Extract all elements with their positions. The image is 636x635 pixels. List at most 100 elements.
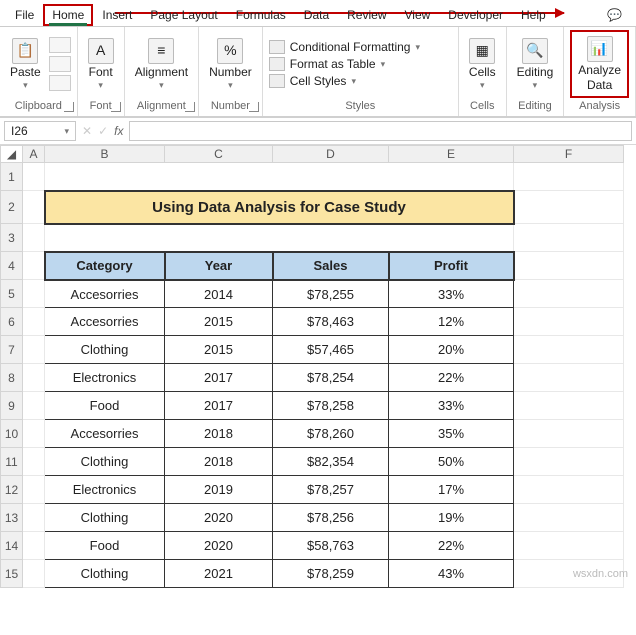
row-header[interactable]: 5 [1, 280, 23, 308]
table-cell[interactable]: $78,256 [273, 504, 389, 532]
table-cell[interactable]: 2019 [165, 476, 273, 504]
table-cell[interactable]: $78,260 [273, 420, 389, 448]
number-button[interactable]: % Number ▾ [205, 36, 256, 93]
worksheet[interactable]: ◢ A B C D E F 1 2Using Data Analysis for… [0, 145, 624, 588]
table-cell[interactable]: 33% [389, 280, 514, 308]
table-cell[interactable]: Accesorries [45, 420, 165, 448]
table-cell[interactable]: 2020 [165, 532, 273, 560]
table-cell[interactable]: Clothing [45, 336, 165, 364]
dialog-launcher-icon[interactable] [111, 102, 121, 112]
table-cell[interactable]: Accesorries [45, 280, 165, 308]
table-cell[interactable]: 12% [389, 308, 514, 336]
table-cell[interactable]: 2017 [165, 364, 273, 392]
table-cell[interactable]: 43% [389, 560, 514, 588]
alignment-button[interactable]: ≡ Alignment ▾ [131, 36, 192, 93]
table-cell[interactable]: Electronics [45, 364, 165, 392]
table-cell[interactable]: 2018 [165, 420, 273, 448]
analyze-data-button[interactable]: 📊 Analyze Data [574, 34, 625, 94]
cell-styles-button[interactable]: Cell Styles▾ [269, 74, 420, 88]
fx-icon[interactable]: fx [114, 124, 123, 138]
table-cell[interactable]: 19% [389, 504, 514, 532]
table-cell[interactable]: $82,354 [273, 448, 389, 476]
table-cell[interactable]: $58,763 [273, 532, 389, 560]
table-cell[interactable]: 33% [389, 392, 514, 420]
editing-button[interactable]: 🔍 Editing ▾ [513, 36, 558, 93]
table-cell[interactable]: 2018 [165, 448, 273, 476]
row-header[interactable]: 3 [1, 224, 23, 252]
table-cell[interactable]: $78,463 [273, 308, 389, 336]
tab-page-layout[interactable]: Page Layout [141, 4, 226, 26]
cancel-icon[interactable]: ✕ [82, 124, 92, 138]
table-cell[interactable]: 2015 [165, 308, 273, 336]
table-cell[interactable]: $78,257 [273, 476, 389, 504]
table-cell[interactable]: Clothing [45, 560, 165, 588]
dialog-launcher-icon[interactable] [185, 102, 195, 112]
col-header[interactable]: B [45, 146, 165, 163]
table-header[interactable]: Year [165, 252, 273, 280]
table-cell[interactable]: 22% [389, 364, 514, 392]
enter-icon[interactable]: ✓ [98, 124, 108, 138]
format-painter-button[interactable] [49, 75, 71, 91]
row-header[interactable]: 10 [1, 420, 23, 448]
table-cell[interactable]: Clothing [45, 448, 165, 476]
table-cell[interactable]: Electronics [45, 476, 165, 504]
table-cell[interactable]: Food [45, 392, 165, 420]
paste-button[interactable]: 📋 Paste ▾ [6, 36, 45, 93]
row-header[interactable]: 6 [1, 308, 23, 336]
table-header[interactable]: Profit [389, 252, 514, 280]
tab-insert[interactable]: Insert [93, 4, 141, 26]
row-header[interactable]: 12 [1, 476, 23, 504]
format-as-table-button[interactable]: Format as Table▾ [269, 57, 420, 71]
tab-review[interactable]: Review [338, 4, 395, 26]
row-header[interactable]: 7 [1, 336, 23, 364]
table-cell[interactable]: $78,255 [273, 280, 389, 308]
table-header[interactable]: Category [45, 252, 165, 280]
table-cell[interactable]: 22% [389, 532, 514, 560]
row-header[interactable]: 14 [1, 532, 23, 560]
table-cell[interactable]: Clothing [45, 504, 165, 532]
row-header[interactable]: 13 [1, 504, 23, 532]
table-cell[interactable]: $78,259 [273, 560, 389, 588]
name-box[interactable]: I26▾ [4, 121, 76, 141]
copy-button[interactable] [49, 56, 71, 72]
table-cell[interactable]: Accesorries [45, 308, 165, 336]
row-header[interactable]: 9 [1, 392, 23, 420]
table-cell[interactable]: $78,254 [273, 364, 389, 392]
comments-icon[interactable]: 💬 [599, 4, 630, 26]
dialog-launcher-icon[interactable] [249, 102, 259, 112]
table-cell[interactable]: 2020 [165, 504, 273, 532]
row-header[interactable]: 11 [1, 448, 23, 476]
table-cell[interactable]: 2015 [165, 336, 273, 364]
tab-data[interactable]: Data [295, 4, 338, 26]
tab-developer[interactable]: Developer [439, 4, 512, 26]
col-header[interactable]: C [165, 146, 273, 163]
tab-file[interactable]: File [6, 4, 43, 26]
row-header[interactable]: 4 [1, 252, 23, 280]
font-button[interactable]: A Font ▾ [84, 36, 118, 93]
cells-button[interactable]: ▦ Cells ▾ [465, 36, 500, 93]
col-header[interactable]: F [514, 146, 624, 163]
cut-button[interactable] [49, 37, 71, 53]
row-header[interactable]: 2 [1, 191, 23, 224]
table-cell[interactable]: 2021 [165, 560, 273, 588]
tab-help[interactable]: Help [512, 4, 555, 26]
title-cell[interactable]: Using Data Analysis for Case Study [45, 191, 514, 224]
tab-view[interactable]: View [396, 4, 440, 26]
table-cell[interactable]: 2014 [165, 280, 273, 308]
row-header[interactable]: 8 [1, 364, 23, 392]
table-cell[interactable]: Food [45, 532, 165, 560]
table-cell[interactable]: 20% [389, 336, 514, 364]
row-header[interactable]: 1 [1, 163, 23, 191]
row-header[interactable]: 15 [1, 560, 23, 588]
formula-input[interactable] [129, 121, 632, 141]
table-cell[interactable]: $78,258 [273, 392, 389, 420]
col-header[interactable]: D [273, 146, 389, 163]
tab-home[interactable]: Home [43, 4, 93, 26]
tab-formulas[interactable]: Formulas [227, 4, 295, 26]
conditional-formatting-button[interactable]: Conditional Formatting▾ [269, 40, 420, 54]
col-header[interactable]: E [389, 146, 514, 163]
table-cell[interactable]: 2017 [165, 392, 273, 420]
table-cell[interactable]: 17% [389, 476, 514, 504]
table-cell[interactable]: 50% [389, 448, 514, 476]
table-cell[interactable]: 35% [389, 420, 514, 448]
